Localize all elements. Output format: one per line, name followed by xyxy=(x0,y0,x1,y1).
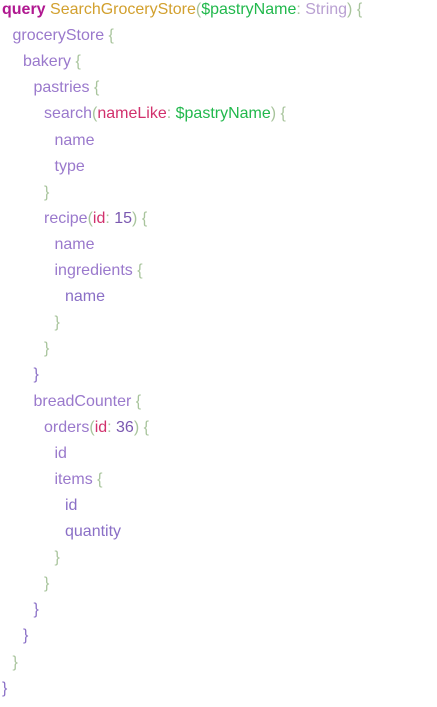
code-line: groceryStore { xyxy=(13,23,114,49)
code-editor[interactable]: query SearchGroceryStore($pastryName: St… xyxy=(0,0,437,707)
code-token: ) { xyxy=(133,418,149,436)
code-token: breadCounter xyxy=(33,392,132,410)
code-token: { xyxy=(132,262,143,279)
code-line: } xyxy=(23,623,28,649)
code-token: } xyxy=(44,183,50,201)
code-token: orders xyxy=(44,418,90,436)
code-token: quantity xyxy=(65,523,122,540)
code-token: : xyxy=(105,209,115,227)
code-token: type xyxy=(54,157,85,175)
code-token: } xyxy=(12,653,18,671)
code-token: bakery xyxy=(23,53,72,71)
code-line: } xyxy=(34,362,39,388)
code-token: : xyxy=(166,105,176,123)
code-line: bakery { xyxy=(23,49,81,75)
code-token: { xyxy=(131,392,142,410)
code-line: name xyxy=(65,284,105,310)
code-line: quantity xyxy=(65,519,121,545)
code-token: String xyxy=(305,1,348,18)
code-token: { xyxy=(92,470,103,488)
code-token: } xyxy=(44,340,50,358)
code-line: } xyxy=(44,571,49,597)
code-token: groceryStore xyxy=(12,27,105,45)
code-line: } xyxy=(44,336,49,362)
code-token: SearchGroceryStore xyxy=(50,1,196,18)
code-line: pastries { xyxy=(34,75,100,101)
code-token: : xyxy=(296,1,306,18)
code-line: } xyxy=(55,545,60,571)
code-line: search(nameLike: $pastryName) { xyxy=(44,101,286,127)
code-token: ) { xyxy=(132,209,148,227)
code-token: } xyxy=(54,314,60,332)
code-token: nameLike xyxy=(97,105,167,123)
code-token: 15 xyxy=(114,209,133,227)
code-token: search xyxy=(44,105,93,123)
code-line: id xyxy=(65,493,77,519)
code-token: } xyxy=(2,679,8,697)
code-token: ingredients xyxy=(54,262,133,279)
code-token: name xyxy=(54,235,95,253)
code-line: } xyxy=(44,180,49,206)
code-token: { xyxy=(89,79,100,97)
code-token: recipe xyxy=(44,209,88,227)
code-token: } xyxy=(33,366,39,384)
code-line: } xyxy=(55,310,60,336)
code-line: ingredients { xyxy=(55,258,143,284)
code-token: } xyxy=(33,601,39,619)
code-token: items xyxy=(54,470,93,488)
code-token: 36 xyxy=(116,418,134,436)
code-line: name xyxy=(55,232,95,258)
code-token: id xyxy=(94,418,108,436)
code-line: orders(id: 36) { xyxy=(44,415,149,441)
code-token: } xyxy=(54,549,60,567)
code-line: breadCounter { xyxy=(34,389,142,415)
code-line: items { xyxy=(55,467,103,493)
code-token: id xyxy=(92,209,106,227)
code-token: name xyxy=(65,288,106,306)
code-token: id xyxy=(54,444,67,462)
code-token: id xyxy=(65,496,78,514)
code-token: query xyxy=(2,1,46,18)
code-token: ) { xyxy=(270,105,286,123)
code-line: name xyxy=(55,128,95,154)
code-line: } xyxy=(2,676,7,702)
code-token: { xyxy=(71,53,81,71)
code-token: { xyxy=(104,27,114,45)
code-line: type xyxy=(55,154,85,180)
code-line: } xyxy=(34,597,39,623)
code-token: } xyxy=(44,575,50,593)
code-token: ) { xyxy=(347,1,363,18)
code-line: query SearchGroceryStore($pastryName: St… xyxy=(2,0,362,23)
code-token: pastries xyxy=(33,79,90,97)
code-line: recipe(id: 15) { xyxy=(44,206,147,232)
code-token: $pastryName xyxy=(175,105,271,123)
code-token: name xyxy=(54,131,95,149)
code-token: : xyxy=(107,418,117,436)
code-line: id xyxy=(55,441,67,467)
code-token: } xyxy=(23,627,29,645)
code-token: $pastryName xyxy=(201,1,297,18)
code-line: } xyxy=(13,650,18,676)
